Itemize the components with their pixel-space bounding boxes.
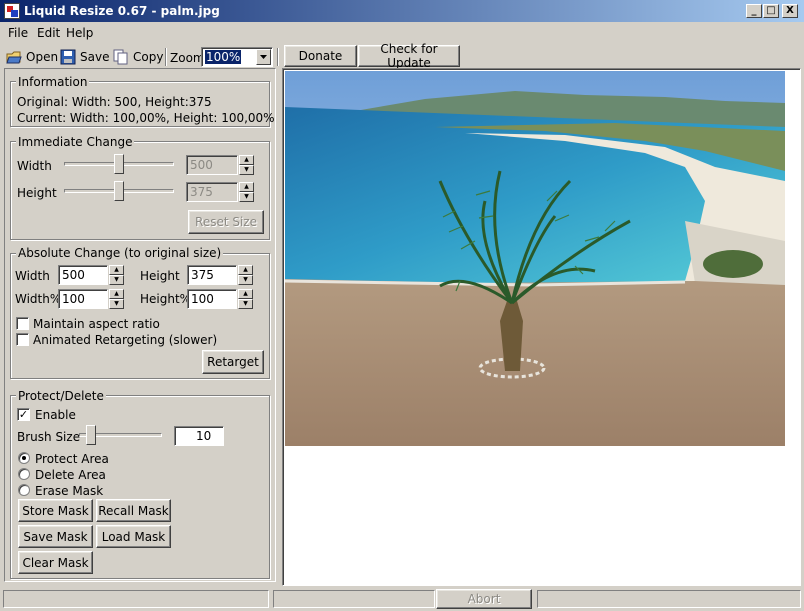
protect-area-radio[interactable] [18, 452, 30, 464]
floppy-disk-icon [60, 49, 76, 65]
erase-mask-radio[interactable] [18, 484, 30, 496]
open-label: Open [26, 50, 59, 64]
status-bar: Abort [0, 588, 804, 611]
absolute-height-percent-spinner[interactable]: ▲ ▼ [238, 289, 253, 309]
immediate-height-spinner[interactable]: ▲ ▼ [239, 182, 254, 202]
immediate-height-slider-thumb[interactable] [114, 181, 124, 201]
toolbar: Open Save Copy Zoom 100% Donate Check fo… [0, 42, 804, 70]
erase-mask-label: Erase Mask [35, 484, 104, 498]
absolute-height-percent-label: Height% [140, 292, 192, 306]
copy-label: Copy [133, 50, 164, 64]
immediate-width-slider-thumb[interactable] [114, 154, 124, 174]
zoom-value: 100% [205, 50, 242, 64]
status-pane-left [3, 590, 269, 608]
menu-bar: File Edit Help [0, 23, 804, 43]
app-icon [4, 3, 20, 19]
zoom-select[interactable]: 100% [201, 47, 273, 67]
menu-edit[interactable]: Edit [37, 26, 60, 40]
progress-bar [273, 590, 435, 608]
immediate-change-legend: Immediate Change [16, 135, 135, 149]
close-button[interactable]: X [782, 4, 798, 18]
menu-file[interactable]: File [8, 26, 28, 40]
maintain-aspect-ratio-label: Maintain aspect ratio [33, 317, 160, 331]
current-size-text: Current: Width: 100,00%, Height: 100,00% [17, 111, 275, 125]
absolute-width-field[interactable]: 500 [58, 265, 108, 285]
copy-icon [113, 49, 129, 65]
zoom-label: Zoom [170, 51, 205, 65]
absolute-width-percent-spinner[interactable]: ▲ ▼ [109, 289, 124, 309]
brush-size-value: 10 [196, 429, 212, 443]
maintain-aspect-ratio-checkbox[interactable] [16, 317, 29, 330]
load-mask-button[interactable]: Load Mask [96, 525, 171, 548]
image-canvas[interactable] [282, 68, 801, 586]
status-pane-right [537, 590, 801, 608]
save-label: Save [80, 50, 110, 64]
chevron-down-icon[interactable] [256, 49, 271, 65]
menu-help[interactable]: Help [66, 26, 93, 40]
copy-button[interactable]: Copy [113, 47, 163, 67]
absolute-width-percent-label: Width% [15, 292, 62, 306]
immediate-width-spinner[interactable]: ▲ ▼ [239, 155, 254, 175]
maximize-button[interactable]: □ [763, 4, 779, 18]
immediate-width-field[interactable]: 500 [186, 155, 238, 175]
recall-mask-button[interactable]: Recall Mask [96, 499, 171, 522]
reset-size-button[interactable]: Reset Size [188, 210, 264, 234]
open-button[interactable]: Open [6, 47, 58, 67]
open-folder-icon [6, 49, 22, 65]
immediate-height-label: Height [17, 186, 57, 200]
abort-button[interactable]: Abort [436, 589, 532, 609]
clear-mask-button[interactable]: Clear Mask [18, 551, 93, 574]
save-mask-button[interactable]: Save Mask [18, 525, 93, 548]
brush-size-label: Brush Size [17, 430, 81, 444]
original-size-text: Original: Width: 500, Height:375 [17, 95, 212, 109]
toolbar-separator [165, 48, 167, 66]
brush-size-field[interactable]: 10 [174, 426, 224, 446]
absolute-width-percent-field[interactable]: 100 [58, 289, 108, 309]
absolute-height-spinner[interactable]: ▲ ▼ [238, 265, 253, 285]
absolute-height-label: Height [140, 269, 180, 283]
save-button[interactable]: Save [60, 47, 109, 67]
toolbar-separator [277, 48, 279, 66]
animated-retargeting-checkbox[interactable] [16, 333, 29, 346]
check-for-update-button[interactable]: Check for Update [358, 42, 460, 70]
delete-area-radio[interactable] [18, 468, 30, 480]
information-legend: Information [16, 75, 90, 89]
retarget-button[interactable]: Retarget [202, 350, 264, 374]
enable-label: Enable [35, 408, 76, 422]
absolute-width-label: Width [15, 269, 50, 283]
protect-delete-legend: Protect/Delete [16, 389, 106, 403]
absolute-height-percent-field[interactable]: 100 [187, 289, 237, 309]
donate-button[interactable]: Donate [284, 45, 357, 67]
title-bar: Liquid Resize 0.67 - palm.jpg _ □ X [0, 0, 804, 22]
minimize-button[interactable]: _ [746, 4, 762, 18]
absolute-change-legend: Absolute Change (to original size) [16, 246, 224, 260]
protect-area-label: Protect Area [35, 452, 109, 466]
brush-size-slider-thumb[interactable] [86, 425, 96, 445]
enable-checkbox[interactable]: ✓ [17, 408, 30, 421]
delete-area-label: Delete Area [35, 468, 106, 482]
window-title: Liquid Resize 0.67 - palm.jpg [24, 4, 220, 18]
absolute-width-spinner[interactable]: ▲ ▼ [109, 265, 124, 285]
immediate-width-label: Width [17, 159, 52, 173]
store-mask-button[interactable]: Store Mask [18, 499, 93, 522]
absolute-height-field[interactable]: 375 [187, 265, 237, 285]
immediate-height-field[interactable]: 375 [186, 182, 238, 202]
palm-photo[interactable] [285, 71, 785, 446]
animated-retargeting-label: Animated Retargeting (slower) [33, 333, 218, 347]
